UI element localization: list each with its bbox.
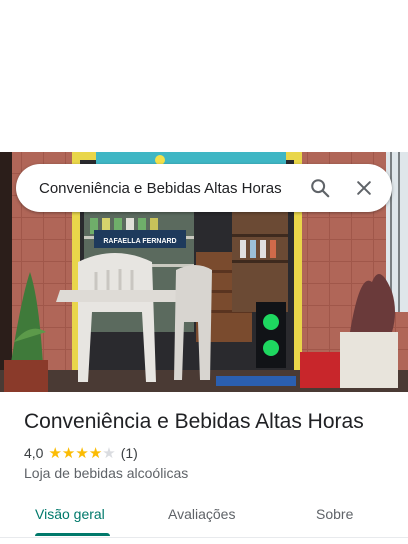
place-title: Conveniência e Bebidas Altas Horas — [24, 410, 364, 433]
rating-value: 4,0 — [24, 445, 44, 461]
star-icon: ★ — [61, 444, 76, 462]
active-tab-indicator — [35, 533, 110, 536]
star-icon: ★ — [88, 444, 103, 462]
search-bar[interactable]: Conveniência e Bebidas Altas Horas — [16, 164, 392, 212]
tab-bar: Visão geral Avaliações Sobre — [0, 494, 408, 538]
rating-row[interactable]: 4,0 ★ ★ ★ ★ ★ (1) — [24, 445, 138, 461]
place-category: Loja de bebidas alcoólicas — [24, 465, 189, 481]
close-icon[interactable] — [346, 170, 382, 206]
search-icon[interactable] — [302, 170, 338, 206]
rating-stars: ★ ★ ★ ★ ★ — [48, 446, 115, 461]
tab-overview[interactable]: Visão geral — [35, 506, 105, 522]
photo-sign-text: RAFAELLA FERNARD — [103, 238, 176, 245]
review-count[interactable]: (1) — [121, 445, 138, 461]
map-blank-area — [0, 0, 408, 152]
tab-reviews[interactable]: Avaliações — [168, 506, 235, 522]
star-icon: ★ — [75, 444, 89, 462]
tab-about[interactable]: Sobre — [316, 506, 353, 522]
star-icon: ★ — [48, 444, 62, 462]
search-input[interactable]: Conveniência e Bebidas Altas Horas — [16, 180, 302, 197]
star-empty-icon: ★ — [102, 444, 116, 462]
